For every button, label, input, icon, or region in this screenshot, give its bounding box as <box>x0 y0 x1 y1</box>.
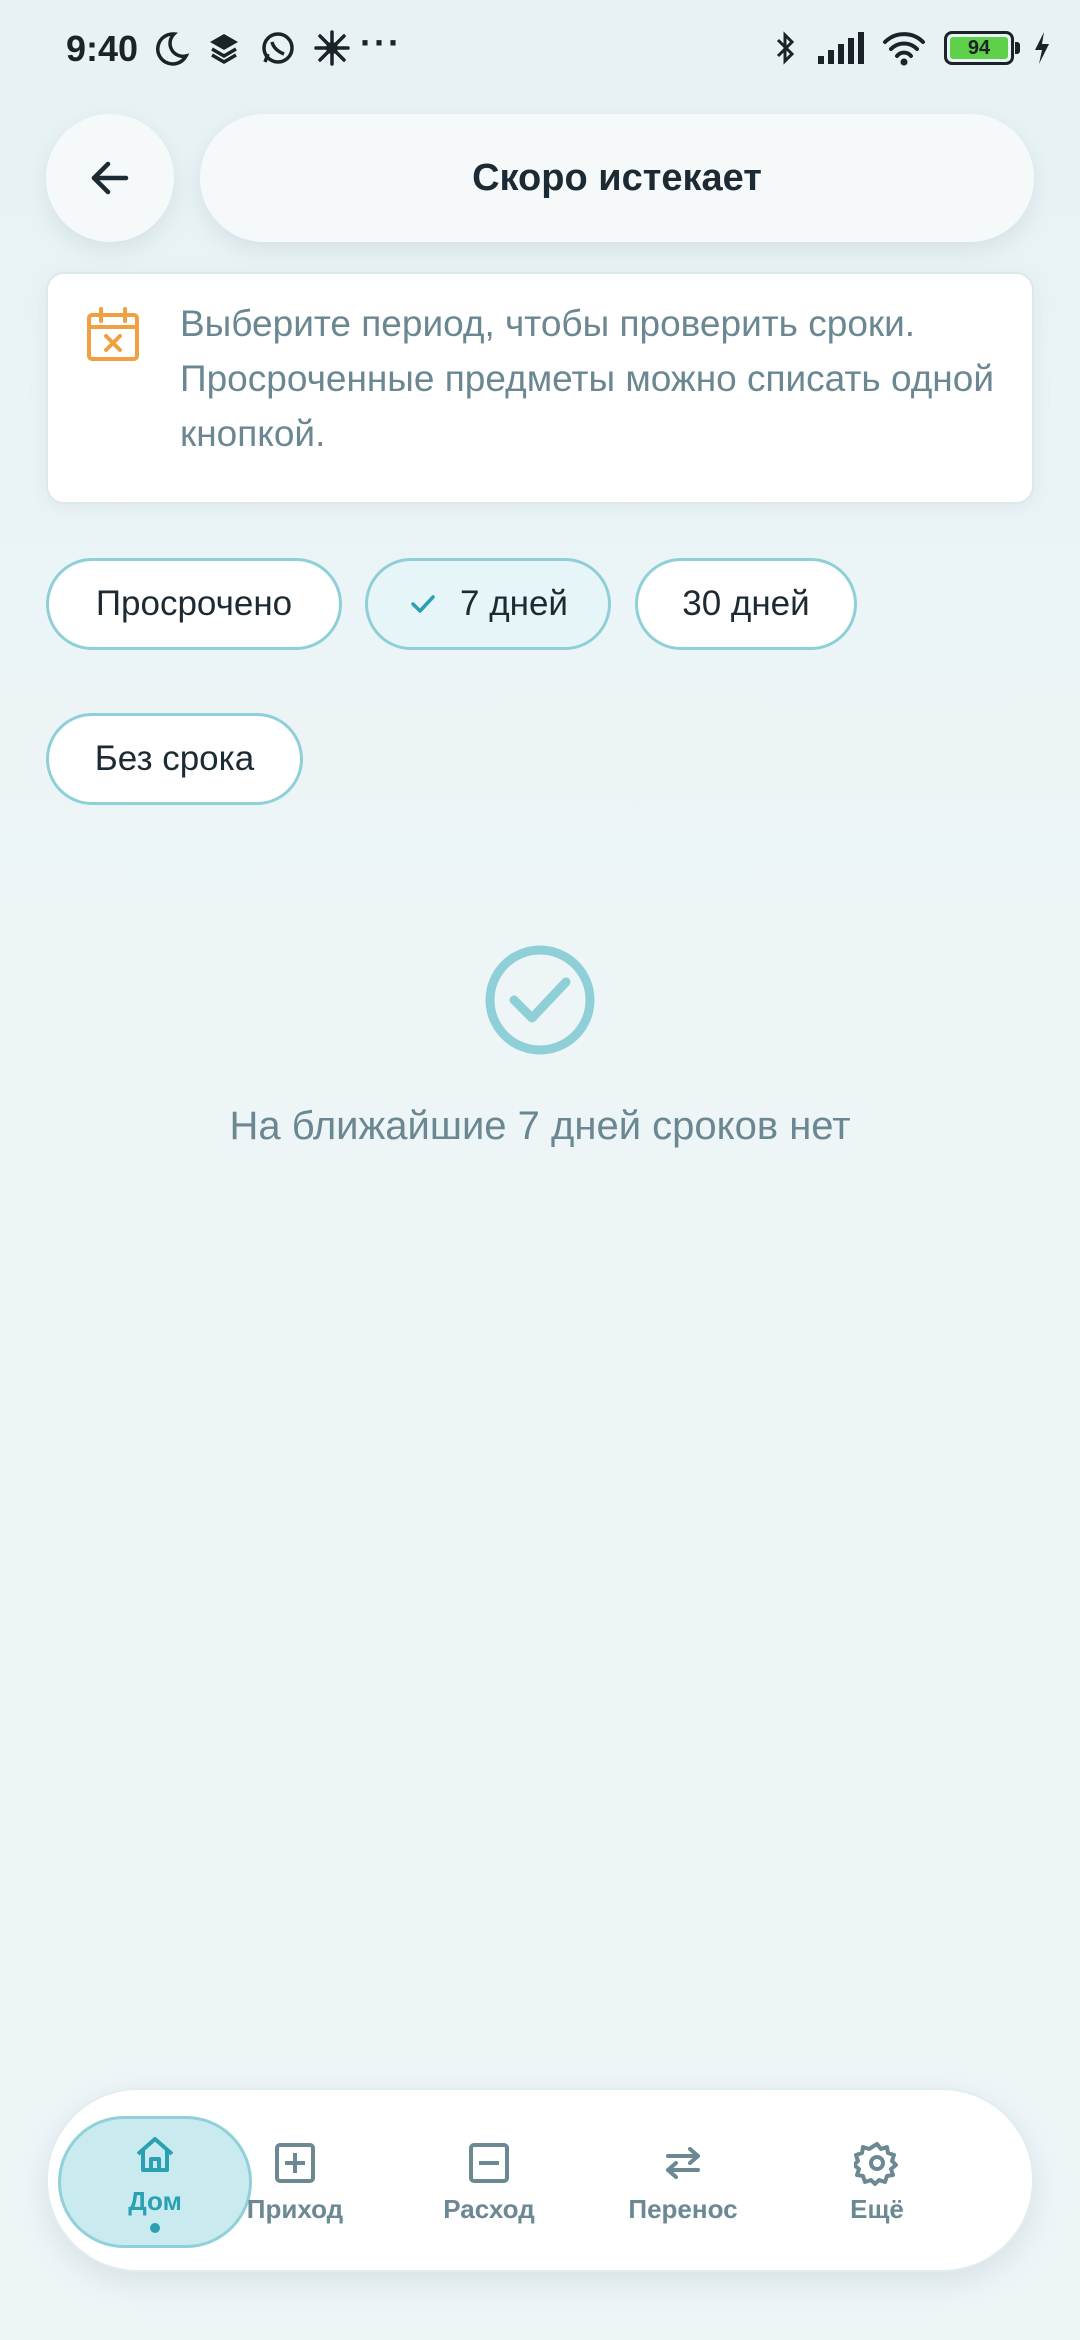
info-text: Выберите период, чтобы проверить сроки. … <box>180 303 994 454</box>
nav-item-transfer[interactable]: Перенос <box>586 2116 780 2248</box>
nav-label: Дом <box>128 2185 182 2216</box>
calendar-x-icon <box>87 307 139 361</box>
battery-tip <box>1015 42 1020 54</box>
empty-state-message: На ближайшие 7 дней сроков нет <box>229 1104 851 1148</box>
status-bar: 9:40 ··· 94 <box>0 0 1080 100</box>
home-icon <box>136 2136 174 2172</box>
status-left-icons <box>150 28 352 68</box>
signal-icon <box>818 32 864 64</box>
nav-label: Приход <box>246 2193 344 2224</box>
chip-label: Без срока <box>94 739 255 778</box>
chip-label: 30 дней <box>682 584 810 623</box>
nav-label: Ещё <box>850 2193 904 2224</box>
moon-icon <box>156 32 190 66</box>
status-overflow: ··· <box>360 22 402 63</box>
status-time: 9:40 <box>66 28 139 69</box>
nav-item-expense[interactable]: Расход <box>392 2116 586 2248</box>
check-circle-icon <box>485 945 595 1055</box>
plus-square-icon <box>275 2142 315 2183</box>
gear-icon <box>854 2141 898 2186</box>
chip-7-days[interactable]: 7 дней <box>365 558 611 650</box>
battery-indicator: 94 <box>944 31 1020 65</box>
check-icon <box>411 595 435 613</box>
minus-square-icon <box>469 2142 509 2183</box>
chip-30-days[interactable]: 30 дней <box>635 558 857 650</box>
status-right-icons: 94 <box>774 28 1052 68</box>
chip-expired[interactable]: Просрочено <box>46 558 342 650</box>
chip-no-expiry[interactable]: Без срока <box>46 713 303 805</box>
nav-item-income[interactable]: Приход <box>198 2116 392 2248</box>
nav-label: Расход <box>443 2193 535 2224</box>
bluetooth-icon <box>776 31 795 65</box>
info-card: Выберите период, чтобы проверить сроки. … <box>46 272 1034 504</box>
active-indicator <box>150 2222 160 2233</box>
transfer-icon <box>666 2146 700 2179</box>
nav-label: Перенос <box>628 2193 738 2224</box>
wifi-icon <box>883 32 925 66</box>
arrow-left-icon <box>91 161 129 195</box>
whatsapp-icon <box>262 32 294 64</box>
back-button[interactable] <box>46 114 174 242</box>
sparkle-icon <box>314 30 350 66</box>
chip-label: Просрочено <box>95 584 293 623</box>
charging-icon <box>1035 32 1049 64</box>
chip-label: 7 дней <box>460 584 568 623</box>
battery-level: 94 <box>950 37 1008 59</box>
nav-item-more[interactable]: Ещё <box>780 2116 974 2248</box>
bottom-nav: Дом Приход Расход Перенос Ещё <box>46 2088 1034 2272</box>
layers-icon <box>210 34 238 65</box>
page-title: Скоро истекает <box>200 114 1034 242</box>
